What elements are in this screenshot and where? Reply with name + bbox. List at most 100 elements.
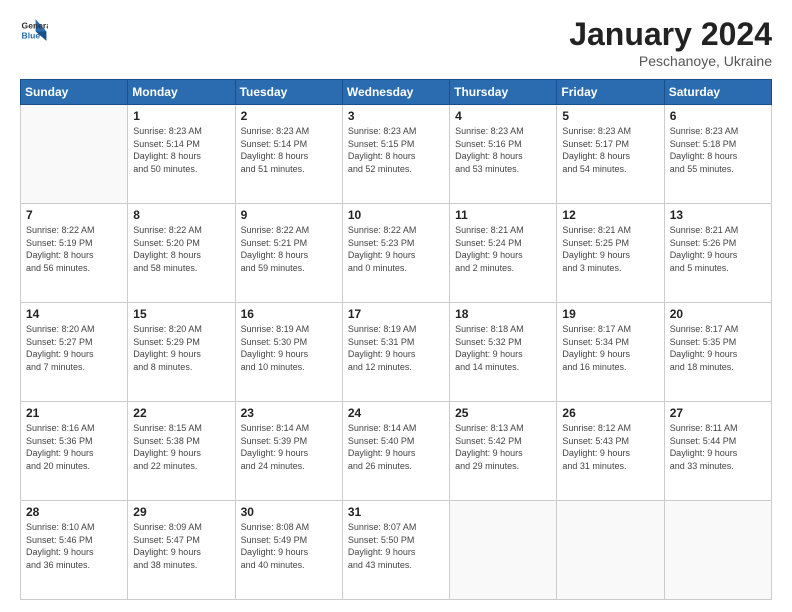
day-number: 10 bbox=[348, 208, 444, 222]
day-info: Sunrise: 8:17 AM Sunset: 5:34 PM Dayligh… bbox=[562, 323, 658, 373]
day-number: 26 bbox=[562, 406, 658, 420]
day-number: 31 bbox=[348, 505, 444, 519]
day-number: 5 bbox=[562, 109, 658, 123]
table-row: 19 Sunrise: 8:17 AM Sunset: 5:34 PM Dayli… bbox=[557, 303, 664, 402]
day-number: 4 bbox=[455, 109, 551, 123]
day-number: 7 bbox=[26, 208, 122, 222]
day-number: 3 bbox=[348, 109, 444, 123]
day-info: Sunrise: 8:14 AM Sunset: 5:40 PM Dayligh… bbox=[348, 422, 444, 472]
header-sunday: Sunday bbox=[21, 80, 128, 105]
day-info: Sunrise: 8:12 AM Sunset: 5:43 PM Dayligh… bbox=[562, 422, 658, 472]
day-info: Sunrise: 8:21 AM Sunset: 5:25 PM Dayligh… bbox=[562, 224, 658, 274]
day-info: Sunrise: 8:20 AM Sunset: 5:29 PM Dayligh… bbox=[133, 323, 229, 373]
table-row bbox=[21, 105, 128, 204]
table-row: 23Sunrise: 8:14 AM Sunset: 5:39 PM Dayli… bbox=[235, 402, 342, 501]
day-info: Sunrise: 8:22 AM Sunset: 5:21 PM Dayligh… bbox=[241, 224, 337, 274]
day-info: Sunrise: 8:09 AM Sunset: 5:47 PM Dayligh… bbox=[133, 521, 229, 571]
day-number: 24 bbox=[348, 406, 444, 420]
day-info: Sunrise: 8:20 AM Sunset: 5:27 PM Dayligh… bbox=[26, 323, 122, 373]
day-info: Sunrise: 8:23 AM Sunset: 5:14 PM Dayligh… bbox=[133, 125, 229, 175]
table-row: 28Sunrise: 8:10 AM Sunset: 5:46 PM Dayli… bbox=[21, 501, 128, 600]
header-friday: Friday bbox=[557, 80, 664, 105]
day-number: 1 bbox=[133, 109, 229, 123]
day-info: Sunrise: 8:18 AM Sunset: 5:32 PM Dayligh… bbox=[455, 323, 551, 373]
svg-text:General: General bbox=[22, 20, 48, 30]
day-number: 13 bbox=[670, 208, 766, 222]
day-info: Sunrise: 8:13 AM Sunset: 5:42 PM Dayligh… bbox=[455, 422, 551, 472]
day-number: 9 bbox=[241, 208, 337, 222]
day-info: Sunrise: 8:23 AM Sunset: 5:14 PM Dayligh… bbox=[241, 125, 337, 175]
table-row: 26 Sunrise: 8:12 AM Sunset: 5:43 PM Dayli… bbox=[557, 402, 664, 501]
table-row: 16Sunrise: 8:19 AM Sunset: 5:30 PM Dayli… bbox=[235, 303, 342, 402]
day-number: 30 bbox=[241, 505, 337, 519]
calendar-week-row: 1 Sunrise: 8:23 AM Sunset: 5:14 PM Daylig… bbox=[21, 105, 772, 204]
table-row: 20Sunrise: 8:17 AM Sunset: 5:35 PM Dayli… bbox=[664, 303, 771, 402]
day-number: 18 bbox=[455, 307, 551, 321]
weekday-header-row: Sunday Monday Tuesday Wednesday Thursday… bbox=[21, 80, 772, 105]
day-number: 16 bbox=[241, 307, 337, 321]
table-row bbox=[557, 501, 664, 600]
day-number: 19 bbox=[562, 307, 658, 321]
calendar-location: Peschanoye, Ukraine bbox=[569, 53, 772, 69]
table-row: 6Sunrise: 8:23 AM Sunset: 5:18 PM Daylig… bbox=[664, 105, 771, 204]
logo-icon: General Blue bbox=[20, 16, 48, 44]
day-number: 22 bbox=[133, 406, 229, 420]
day-info: Sunrise: 8:17 AM Sunset: 5:35 PM Dayligh… bbox=[670, 323, 766, 373]
day-info: Sunrise: 8:10 AM Sunset: 5:46 PM Dayligh… bbox=[26, 521, 122, 571]
day-number: 29 bbox=[133, 505, 229, 519]
svg-text:Blue: Blue bbox=[22, 31, 41, 41]
calendar-table: Sunday Monday Tuesday Wednesday Thursday… bbox=[20, 79, 772, 600]
calendar-week-row: 21 Sunrise: 8:16 AM Sunset: 5:36 PM Dayli… bbox=[21, 402, 772, 501]
table-row: 2Sunrise: 8:23 AM Sunset: 5:14 PM Daylig… bbox=[235, 105, 342, 204]
table-row: 4 Sunrise: 8:23 AM Sunset: 5:16 PM Daylig… bbox=[450, 105, 557, 204]
table-row: 8Sunrise: 8:22 AM Sunset: 5:20 PM Daylig… bbox=[128, 204, 235, 303]
day-info: Sunrise: 8:07 AM Sunset: 5:50 PM Dayligh… bbox=[348, 521, 444, 571]
table-row: 25 Sunrise: 8:13 AM Sunset: 5:42 PM Dayli… bbox=[450, 402, 557, 501]
day-number: 12 bbox=[562, 208, 658, 222]
calendar-week-row: 28Sunrise: 8:10 AM Sunset: 5:46 PM Dayli… bbox=[21, 501, 772, 600]
day-info: Sunrise: 8:16 AM Sunset: 5:36 PM Dayligh… bbox=[26, 422, 122, 472]
table-row: 31 Sunrise: 8:07 AM Sunset: 5:50 PM Dayli… bbox=[342, 501, 449, 600]
header-thursday: Thursday bbox=[450, 80, 557, 105]
day-info: Sunrise: 8:21 AM Sunset: 5:26 PM Dayligh… bbox=[670, 224, 766, 274]
day-info: Sunrise: 8:11 AM Sunset: 5:44 PM Dayligh… bbox=[670, 422, 766, 472]
table-row: 22 Sunrise: 8:15 AM Sunset: 5:38 PM Dayli… bbox=[128, 402, 235, 501]
table-row: 29 Sunrise: 8:09 AM Sunset: 5:47 PM Dayli… bbox=[128, 501, 235, 600]
day-info: Sunrise: 8:23 AM Sunset: 5:15 PM Dayligh… bbox=[348, 125, 444, 175]
title-block: January 2024 Peschanoye, Ukraine bbox=[569, 16, 772, 69]
day-number: 21 bbox=[26, 406, 122, 420]
table-row: 11Sunrise: 8:21 AM Sunset: 5:24 PM Dayli… bbox=[450, 204, 557, 303]
day-number: 6 bbox=[670, 109, 766, 123]
header-wednesday: Wednesday bbox=[342, 80, 449, 105]
table-row: 18 Sunrise: 8:18 AM Sunset: 5:32 PM Dayli… bbox=[450, 303, 557, 402]
table-row: 13 Sunrise: 8:21 AM Sunset: 5:26 PM Dayli… bbox=[664, 204, 771, 303]
calendar-week-row: 7 Sunrise: 8:22 AM Sunset: 5:19 PM Daylig… bbox=[21, 204, 772, 303]
table-row: 21 Sunrise: 8:16 AM Sunset: 5:36 PM Dayli… bbox=[21, 402, 128, 501]
page: General Blue January 2024 Peschanoye, Uk… bbox=[0, 0, 792, 612]
day-number: 25 bbox=[455, 406, 551, 420]
table-row: 17Sunrise: 8:19 AM Sunset: 5:31 PM Dayli… bbox=[342, 303, 449, 402]
day-info: Sunrise: 8:15 AM Sunset: 5:38 PM Dayligh… bbox=[133, 422, 229, 472]
table-row: 3 Sunrise: 8:23 AM Sunset: 5:15 PM Daylig… bbox=[342, 105, 449, 204]
day-info: Sunrise: 8:22 AM Sunset: 5:19 PM Dayligh… bbox=[26, 224, 122, 274]
table-row bbox=[450, 501, 557, 600]
table-row: 9 Sunrise: 8:22 AM Sunset: 5:21 PM Daylig… bbox=[235, 204, 342, 303]
day-number: 11 bbox=[455, 208, 551, 222]
table-row: 7 Sunrise: 8:22 AM Sunset: 5:19 PM Daylig… bbox=[21, 204, 128, 303]
day-info: Sunrise: 8:23 AM Sunset: 5:17 PM Dayligh… bbox=[562, 125, 658, 175]
logo: General Blue bbox=[20, 16, 48, 44]
header-monday: Monday bbox=[128, 80, 235, 105]
header-saturday: Saturday bbox=[664, 80, 771, 105]
day-info: Sunrise: 8:08 AM Sunset: 5:49 PM Dayligh… bbox=[241, 521, 337, 571]
table-row: 12 Sunrise: 8:21 AM Sunset: 5:25 PM Dayli… bbox=[557, 204, 664, 303]
calendar-title: January 2024 bbox=[569, 16, 772, 53]
day-number: 8 bbox=[133, 208, 229, 222]
day-number: 15 bbox=[133, 307, 229, 321]
table-row bbox=[664, 501, 771, 600]
day-info: Sunrise: 8:19 AM Sunset: 5:31 PM Dayligh… bbox=[348, 323, 444, 373]
table-row: 10Sunrise: 8:22 AM Sunset: 5:23 PM Dayli… bbox=[342, 204, 449, 303]
day-info: Sunrise: 8:23 AM Sunset: 5:16 PM Dayligh… bbox=[455, 125, 551, 175]
table-row: 15 Sunrise: 8:20 AM Sunset: 5:29 PM Dayli… bbox=[128, 303, 235, 402]
calendar-week-row: 14Sunrise: 8:20 AM Sunset: 5:27 PM Dayli… bbox=[21, 303, 772, 402]
table-row: 14Sunrise: 8:20 AM Sunset: 5:27 PM Dayli… bbox=[21, 303, 128, 402]
